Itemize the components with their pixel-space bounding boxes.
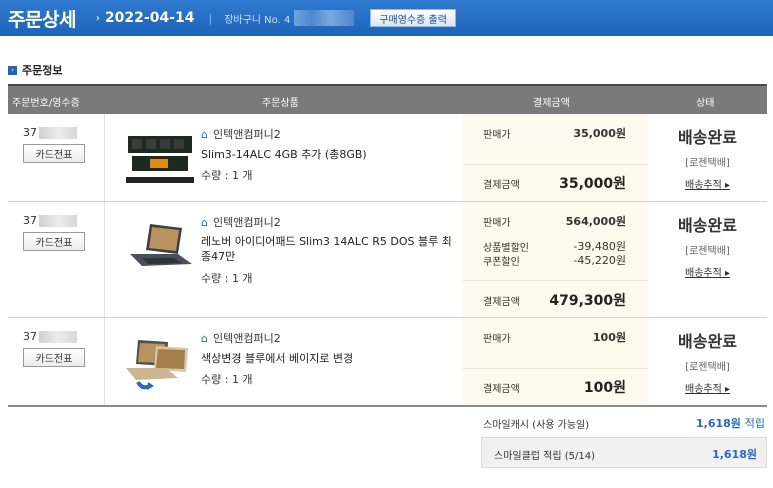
price-value: 564,000원 [565, 215, 626, 228]
home-icon: ⌂ [201, 331, 208, 345]
product-quantity: 수량 : 1 개 [201, 169, 253, 182]
divider [104, 114, 105, 201]
product-name[interactable]: Slim3-14ALC 4GB 추가 (총8GB) [201, 147, 461, 162]
divider [463, 280, 648, 281]
smile-club-box: 스마일클럽 적립 (5/14) 1,618원 [481, 437, 767, 468]
order-info-heading: › 주문정보 [8, 62, 62, 78]
product-name[interactable]: 레노버 아이디어패드 Slim3 14ALC R5 DOS 블루 최종47만 [201, 234, 461, 264]
price-label: 판매가 [483, 130, 511, 141]
page-header: 주문상세 › 2022-04-14 | 장바구니 No. 4 구매영수증 출력 [0, 0, 773, 36]
track-delivery-link[interactable]: 배송추적 ▸ [648, 176, 767, 191]
cart-number: 장바구니 No. 4 [224, 14, 291, 26]
price-value: 35,000원 [573, 127, 626, 140]
divider [104, 318, 105, 405]
total-label: 결제금액 [483, 384, 520, 395]
bullet-icon: › [8, 65, 17, 75]
courier-name: [로젠택배] [685, 158, 730, 169]
track-delivery-link[interactable]: 배송추적 ▸ [648, 380, 767, 395]
discount-label: 상품별할인 [483, 243, 529, 254]
price-value: 100원 [592, 331, 626, 344]
product-quantity: 수량 : 1 개 [201, 272, 253, 285]
order-number: 37 [23, 330, 77, 343]
smile-cash-label: 스마일캐시 (사용 가능일) [483, 420, 590, 431]
smile-club-value: 1,618원 [712, 448, 757, 461]
order-date: 2022-04-14 [104, 10, 195, 26]
product-thumbnail[interactable] [120, 218, 200, 278]
delivery-status: 배송완료 [678, 332, 737, 351]
total-value: 100원 [583, 380, 626, 396]
smile-cash-unit: 적립 [744, 417, 765, 430]
home-icon: ⌂ [201, 215, 208, 229]
table-row: 37 카드전표 ⌂ 인텍앤컴퍼니2 색상변경 블루에서 베이지로 변경 수량 : … [8, 318, 767, 407]
coupon-value: -45,220원 [573, 254, 626, 267]
seller-name[interactable]: ⌂ 인텍앤컴퍼니2 [201, 330, 281, 346]
total-value: 479,300원 [549, 293, 626, 309]
divider [104, 202, 105, 317]
divider [463, 164, 648, 165]
col-order-no: 주문번호/영수증 [12, 98, 80, 109]
order-number-redacted [39, 214, 77, 227]
total-label: 결제금액 [483, 180, 520, 191]
table-row: 37 카드전표 ⌂ 인텍앤컴퍼니2 레노버 아이디어패드 Slim3 14ALC … [8, 202, 767, 318]
card-receipt-button[interactable]: 카드전표 [23, 348, 85, 367]
table-header: 주문번호/영수증 주문상품 결제금액 상태 [8, 84, 767, 114]
courier-name: [로젠택배] [685, 246, 730, 257]
courier-name: [로젠택배] [685, 362, 730, 373]
coupon-label: 쿠폰할인 [483, 257, 520, 268]
product-name[interactable]: 색상변경 블루에서 베이지로 변경 [201, 351, 461, 366]
page-title: 주문상세 [8, 8, 76, 31]
col-status: 상태 [696, 98, 715, 109]
product-quantity: 수량 : 1 개 [201, 373, 253, 386]
delivery-status: 배송완료 [678, 216, 737, 235]
seller-name[interactable]: ⌂ 인텍앤컴퍼니2 [201, 214, 281, 230]
total-value: 35,000원 [559, 176, 626, 192]
total-label: 결제금액 [483, 297, 520, 308]
delivery-status: 배송완료 [678, 128, 737, 147]
cart-number-redacted [294, 10, 355, 26]
order-number: 37 [23, 214, 77, 227]
card-receipt-button[interactable]: 카드전표 [23, 144, 85, 163]
product-thumbnail[interactable] [120, 334, 200, 394]
smile-cash-value: 1,618원 적립 [695, 417, 765, 430]
chevron-right-icon: › [95, 12, 100, 24]
price-label: 판매가 [483, 334, 511, 345]
order-number-redacted [39, 126, 77, 139]
order-number: 37 [23, 126, 77, 139]
col-product: 주문상품 [262, 98, 299, 109]
col-payment: 결제금액 [533, 98, 570, 109]
product-thumbnail[interactable] [120, 128, 200, 188]
seller-name[interactable]: ⌂ 인텍앤컴퍼니2 [201, 126, 281, 142]
receipt-print-button[interactable]: 구매영수증 출력 [370, 9, 456, 27]
table-row: 37 카드전표 ⌂ 인텍앤컴퍼니2 Slim3-14ALC 4GB 추가 (총8G… [8, 114, 767, 202]
section-title: 주문정보 [22, 64, 63, 77]
home-icon: ⌂ [201, 127, 208, 141]
price-label: 판매가 [483, 218, 511, 229]
track-delivery-link[interactable]: 배송추적 ▸ [648, 264, 767, 279]
order-number-redacted [39, 330, 77, 343]
card-receipt-button[interactable]: 카드전표 [23, 232, 85, 251]
divider [463, 368, 648, 369]
header-divider: | [208, 11, 213, 25]
smile-club-label: 스마일클럽 적립 (5/14) [494, 451, 596, 462]
